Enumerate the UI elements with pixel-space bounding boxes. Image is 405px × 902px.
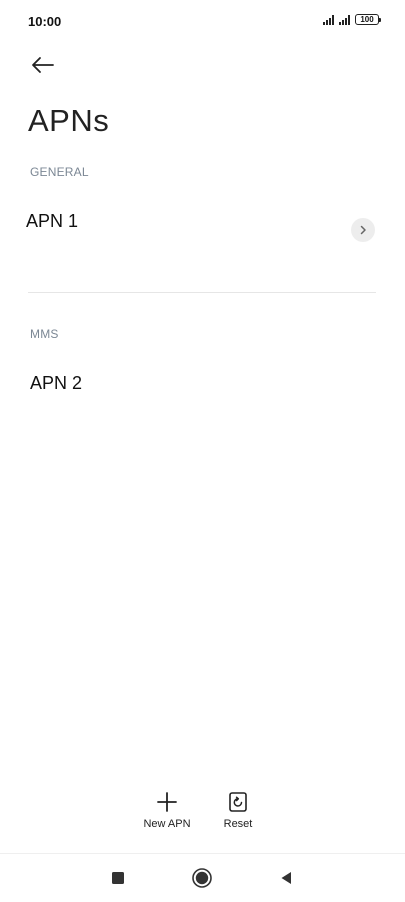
- arrow-left-icon: [32, 57, 54, 73]
- battery-icon: 100: [355, 14, 381, 25]
- apn-item-1[interactable]: APN 1: [26, 211, 78, 232]
- reset-button[interactable]: Reset: [213, 790, 263, 830]
- section-header-general: GENERAL: [30, 165, 89, 179]
- navigation-bar: [0, 854, 405, 902]
- new-apn-button[interactable]: New APN: [137, 790, 197, 830]
- divider: [28, 292, 376, 293]
- back-nav-button[interactable]: [272, 866, 300, 890]
- back-triangle-icon: [281, 872, 291, 884]
- signal-icon: [323, 14, 334, 25]
- back-button[interactable]: [26, 50, 60, 80]
- apns-screen: 10:00 100 APNs GENERAL APN 1 MMS APN 2 N…: [0, 0, 405, 902]
- recents-square-icon: [112, 872, 124, 884]
- section-header-mms: MMS: [30, 327, 59, 341]
- reset-icon: [229, 792, 247, 812]
- home-button[interactable]: [188, 864, 216, 892]
- recents-button[interactable]: [104, 866, 132, 890]
- apn-item-2[interactable]: APN 2: [30, 373, 82, 394]
- plus-icon: [157, 792, 177, 812]
- chevron-right-icon: [360, 225, 366, 235]
- new-apn-label: New APN: [143, 818, 191, 830]
- status-icons: 100: [323, 14, 381, 25]
- reset-label: Reset: [223, 818, 253, 830]
- apn-1-detail-button[interactable]: [351, 218, 375, 242]
- status-bar: 10:00 100: [0, 0, 405, 44]
- signal-icon: [339, 14, 350, 25]
- home-circle-icon: [192, 868, 212, 888]
- battery-level: 100: [360, 15, 374, 24]
- status-time: 10:00: [28, 14, 62, 29]
- page-title: APNs: [28, 103, 110, 138]
- bottom-actions: New APN Reset: [0, 790, 405, 840]
